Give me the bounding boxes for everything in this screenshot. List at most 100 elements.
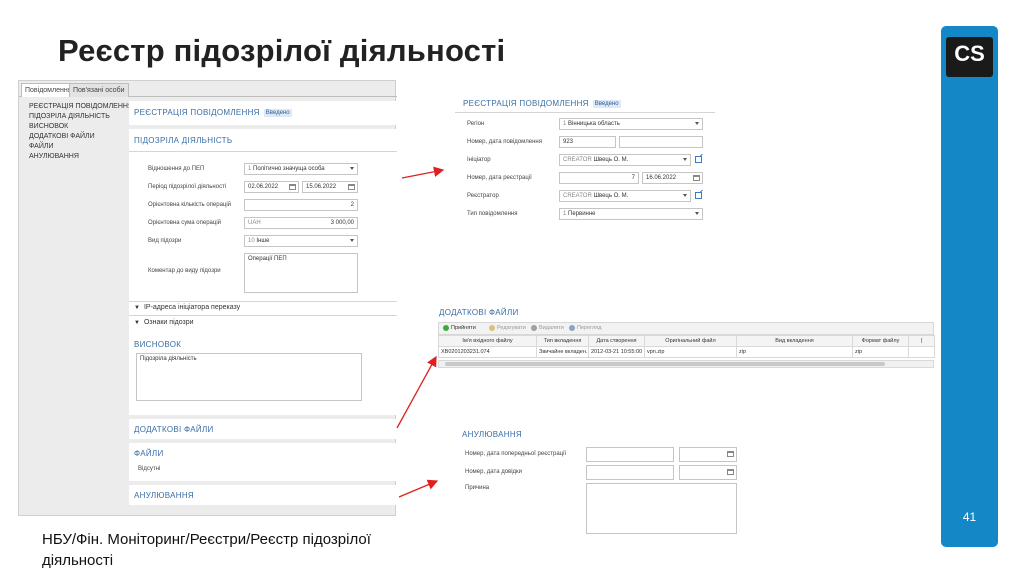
nav-item-additional-files[interactable]: Додаткові файли (29, 132, 133, 142)
message-form-panel: Повідомлення Пов'язані особи Реєстрація … (18, 80, 397, 516)
sum-value: 3 000,00 (330, 220, 354, 226)
ops-count-field[interactable]: 2 (244, 199, 358, 211)
accept-label: Прийняти (451, 325, 476, 331)
additional-files-panel: Додаткові файли Прийняти Редагувати Вида… (438, 303, 935, 371)
region-value: Вінницька область (568, 121, 620, 127)
column-header[interactable]: Вид вкладення (736, 335, 853, 347)
ip-address-expander[interactable]: ▼ IP-адреса ініціатора переказу (134, 304, 240, 311)
slide-title: Реєстр підозрілої діяльності (58, 33, 506, 68)
calendar-icon[interactable] (289, 184, 296, 190)
message-type-select[interactable]: 1 Первинне (559, 208, 703, 220)
pep-label: Відношення до ПЕП (148, 166, 205, 172)
column-header[interactable]: Оригінальний файл (644, 335, 737, 347)
calendar-icon[interactable] (348, 184, 355, 190)
chevron-down-icon (683, 194, 687, 197)
suspicion-type-code: 10 (248, 238, 255, 244)
view-icon (569, 325, 575, 331)
suspicion-type-label: Вид підозри (148, 238, 182, 244)
reason-label: Причина (465, 485, 490, 491)
table-cell: 2012-03-21 10:55:00 (588, 346, 645, 358)
column-header[interactable]: Формат файлу (852, 335, 909, 347)
registrar-select[interactable]: CREATOR Швець О. М. (559, 190, 691, 202)
comment-label: Коментар до виду підозри (148, 268, 221, 274)
prev-registration-number-field[interactable] (586, 447, 674, 462)
chevron-down-icon (350, 239, 354, 242)
column-header[interactable]: Ім'я вхідного файлу (438, 335, 537, 347)
suspicion-type-select[interactable]: 10 Інше (244, 235, 358, 247)
message-date-field[interactable] (619, 136, 703, 148)
chevron-down-icon (350, 167, 354, 170)
open-link-icon[interactable] (695, 156, 702, 163)
delete-button[interactable]: Видалити (531, 325, 564, 331)
certificate-number-field[interactable] (586, 465, 674, 480)
tab-bar: Повідомлення Пов'язані особи (19, 81, 397, 97)
cancellation-heading: Анулювання (134, 491, 194, 500)
suspicious-heading: Підозріла діяльність (134, 136, 233, 145)
table-cell: zip (852, 346, 909, 358)
certificate-label: Номер, дата довідки (465, 469, 523, 475)
horizontal-scrollbar[interactable] (438, 360, 934, 368)
nav-item-suspicious-activity[interactable]: Підозріла діяльність (29, 112, 133, 122)
pep-value: Політично значуща особа (253, 166, 325, 172)
scrollbar-thumb[interactable] (445, 362, 885, 366)
column-header[interactable]: Дата створення (588, 335, 645, 347)
reason-textarea[interactable] (586, 483, 737, 534)
files-section: Файли Відсутні (129, 443, 397, 481)
calendar-icon[interactable] (727, 451, 734, 457)
comment-textarea[interactable]: Операції ПЕП (244, 253, 358, 293)
files-empty-text: Відсутні (138, 466, 161, 472)
calendar-icon[interactable] (727, 469, 734, 475)
period-from-value: 02.06.2022 (248, 184, 279, 190)
view-button[interactable]: Перегляд (569, 325, 601, 331)
registrar-prefix: CREATOR (563, 193, 592, 199)
region-select[interactable]: 1 Вінницька область (559, 118, 703, 130)
conclusion-textarea[interactable]: Підозріла діяльність (136, 353, 362, 401)
message-type-value: Первинне (568, 211, 596, 217)
message-number-field[interactable]: 923 (559, 136, 616, 148)
open-link-icon[interactable] (695, 192, 702, 199)
column-header[interactable]: ( (908, 335, 935, 347)
message-type-code: 1 (563, 211, 567, 217)
nav-item-cancellation[interactable]: Анулювання (29, 152, 133, 162)
period-to-field[interactable]: 15.06.2022 (302, 181, 358, 193)
nav-item-conclusion[interactable]: Висновок (29, 122, 133, 132)
pep-code: 1 (248, 166, 252, 172)
message-number-label: Номер, дата повідомлення (467, 139, 542, 145)
registration-detail-panel: Реєстрація повідомлення Введено Регіон 1… (455, 92, 715, 230)
plus-icon (443, 325, 449, 331)
suspicion-signs-expander[interactable]: ▼ Ознаки підозри (134, 319, 194, 326)
tab-message[interactable]: Повідомлення (21, 83, 76, 97)
initiator-select[interactable]: CREATOR Швець О. М. (559, 154, 691, 166)
conclusion-heading: Висновок (134, 340, 182, 349)
page-number: 41 (962, 510, 977, 524)
arrow-to-cancellation (398, 479, 439, 498)
sum-label: Орієнтовна сума операцій (148, 220, 222, 226)
region-code: 1 (563, 121, 567, 127)
arrow-to-files (396, 355, 437, 429)
period-from-field[interactable]: 02.06.2022 (244, 181, 299, 193)
view-label: Перегляд (577, 325, 602, 331)
currency-code: UAH (248, 220, 261, 226)
additional-files-section: Додаткові файли (129, 419, 397, 439)
column-header[interactable]: Тип вкладення (536, 335, 589, 347)
edit-label: Редагувати (497, 325, 526, 331)
brand-sidebar (941, 26, 998, 547)
registration-section: Реєстрація повідомлення Введено (129, 101, 397, 125)
edit-button[interactable]: Редагувати (489, 325, 526, 331)
certificate-date-field[interactable] (679, 465, 737, 480)
additional-files-heading: Додаткові файли (134, 425, 214, 434)
table-row[interactable]: XB0201203231.074 Звичайне вкладен... 201… (438, 346, 935, 358)
accept-button[interactable]: Прийняти (443, 325, 476, 331)
cancellation-detail-heading: Анулювання (462, 430, 522, 439)
calendar-icon[interactable] (693, 175, 700, 181)
nav-item-registration[interactable]: Реєстрація повідомлення (29, 102, 133, 112)
prev-registration-date-field[interactable] (679, 447, 737, 462)
registration-number-field[interactable]: 7 (559, 172, 639, 184)
registration-date-field[interactable]: 16.06.2022 (642, 172, 703, 184)
tab-related-persons[interactable]: Пов'язані особи (69, 83, 129, 97)
sum-field[interactable]: UAH 3 000,00 (244, 217, 358, 229)
pep-select[interactable]: 1 Політично значуща особа (244, 163, 358, 175)
nav-item-files[interactable]: Файли (29, 142, 133, 152)
registrar-label: Реєстратор (467, 193, 499, 199)
delete-label: Видалити (539, 325, 564, 331)
